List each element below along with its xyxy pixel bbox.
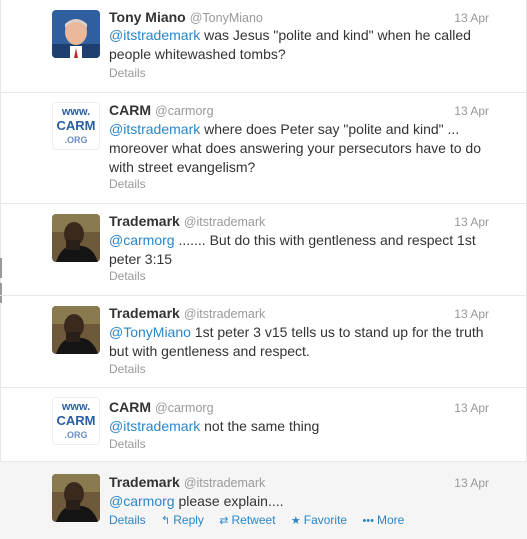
tweet-fullname[interactable]: Tony Miano — [109, 9, 186, 25]
logo-text: www. — [61, 106, 91, 118]
tweet-timestamp[interactable]: 13 Apr — [454, 11, 489, 25]
mention-link[interactable]: @itstrademark — [109, 121, 200, 137]
tweet-header: Trademark @itstrademark — [109, 474, 489, 492]
tweet-username[interactable]: @carmorg — [155, 401, 214, 415]
star-icon: ★ — [290, 515, 301, 527]
tweet-item[interactable]: Tony Miano @TonyMiano 13 Apr @itstrademar… — [0, 0, 527, 93]
mention-link[interactable]: @itstrademark — [109, 27, 200, 43]
reply-arrow-icon: ↰ — [161, 515, 171, 527]
tweet-timestamp[interactable]: 13 Apr — [454, 215, 489, 229]
tweet-actions: Details — [109, 177, 146, 191]
tweet-username[interactable]: @carmorg — [155, 104, 214, 118]
mention-link[interactable]: @carmorg — [109, 232, 175, 248]
tweet-header: CARM @carmorg — [109, 102, 489, 120]
more-button[interactable]: ••• More — [362, 513, 404, 527]
tweet-text: @carmorg please explain.... — [109, 492, 494, 511]
tweet-fullname[interactable]: Trademark — [109, 305, 180, 321]
tweet-username[interactable]: @itstrademark — [184, 476, 265, 490]
tweet-text: @carmorg ....... But do this with gentle… — [109, 231, 494, 269]
mention-link[interactable]: @carmorg — [109, 493, 175, 509]
details-link[interactable]: Details — [109, 362, 146, 376]
tweet-fullname[interactable]: CARM — [109, 102, 151, 118]
tweet-item[interactable]: www. CARM .ORG CARM @carmorg 13 Apr @itst… — [0, 93, 527, 204]
logo-text: CARM — [56, 118, 96, 133]
tweet-actions: Details — [109, 362, 146, 376]
tweet-header: Trademark @itstrademark — [109, 305, 489, 323]
logo-text: .ORG — [64, 430, 88, 440]
tweet-timestamp[interactable]: 13 Apr — [454, 401, 489, 415]
avatar-carm-logo[interactable]: www. CARM .ORG — [52, 102, 100, 150]
tweet-username[interactable]: @TonyMiano — [190, 11, 263, 25]
avatar-tony-miano[interactable] — [52, 10, 100, 58]
reply-button[interactable]: ↰ Reply — [161, 513, 204, 527]
tweet-item[interactable]: Trademark @itstrademark 13 Apr @carmorg .… — [0, 204, 527, 296]
details-link[interactable]: Details — [109, 177, 146, 191]
favorite-label: Favorite — [303, 513, 348, 527]
reply-label: Reply — [173, 513, 204, 527]
more-label: More — [377, 513, 405, 527]
tweet-text: @itstrademark not the same thing — [109, 417, 494, 436]
tweet-actions: Details ↰ Reply ⇄ Retweet ★ Favorite ••• Mor… — [109, 513, 416, 527]
retweet-label: Retweet — [231, 513, 276, 527]
details-link[interactable]: Details — [109, 269, 146, 283]
details-link[interactable]: Details — [109, 437, 146, 451]
tweet-text: @itstrademark was Jesus "polite and kind… — [109, 26, 494, 64]
tweet-timestamp[interactable]: 13 Apr — [454, 104, 489, 118]
logo-text: .ORG — [64, 135, 88, 145]
tweet-actions: Details — [109, 269, 146, 283]
details-link[interactable]: Details — [109, 513, 146, 527]
tweet-text: @itstrademark where does Peter say "poli… — [109, 120, 494, 177]
tweet-fullname[interactable]: Trademark — [109, 474, 180, 490]
tweet-header: Tony Miano @TonyMiano — [109, 9, 489, 27]
tweet-actions: Details — [109, 66, 146, 80]
tweet-header: CARM @carmorg — [109, 399, 489, 417]
logo-text: www. — [61, 401, 91, 413]
tweet-timestamp[interactable]: 13 Apr — [454, 307, 489, 321]
tweet-item[interactable]: www. CARM .ORG CARM @carmorg 13 Apr @itst… — [0, 388, 527, 462]
tweet-header: Trademark @itstrademark — [109, 213, 489, 231]
tweet-item-hovered[interactable]: Trademark @itstrademark 13 Apr @carmorg p… — [0, 462, 527, 539]
tweet-body: not the same thing — [200, 418, 320, 434]
avatar-trademark[interactable] — [52, 214, 100, 262]
tweet-username[interactable]: @itstrademark — [184, 215, 265, 229]
tweet-item[interactable]: Trademark @itstrademark 13 Apr @TonyMiano… — [0, 296, 527, 388]
more-dots-icon: ••• — [362, 515, 375, 527]
avatar-trademark[interactable] — [52, 474, 100, 522]
tweet-timestamp[interactable]: 13 Apr — [454, 476, 489, 490]
details-link[interactable]: Details — [109, 66, 146, 80]
mention-link[interactable]: @itstrademark — [109, 418, 200, 434]
tweet-username[interactable]: @itstrademark — [184, 307, 265, 321]
tweet-text: @TonyMiano 1st peter 3 v15 tells us to s… — [109, 323, 494, 361]
logo-text: CARM — [56, 413, 96, 428]
retweet-icon: ⇄ — [219, 515, 229, 527]
mention-link[interactable]: @TonyMiano — [109, 324, 191, 340]
avatar-carm-logo[interactable]: www. CARM .ORG — [52, 397, 100, 445]
tweet-fullname[interactable]: CARM — [109, 399, 151, 415]
favorite-button[interactable]: ★ Favorite — [291, 513, 347, 527]
tweet-actions: Details — [109, 437, 146, 451]
retweet-button[interactable]: ⇄ Retweet — [219, 513, 275, 527]
tweet-fullname[interactable]: Trademark — [109, 213, 180, 229]
avatar-trademark[interactable] — [52, 306, 100, 354]
tweet-body: please explain.... — [174, 493, 284, 509]
tweet-timeline: Tony Miano @TonyMiano 13 Apr @itstrademar… — [0, 0, 527, 539]
